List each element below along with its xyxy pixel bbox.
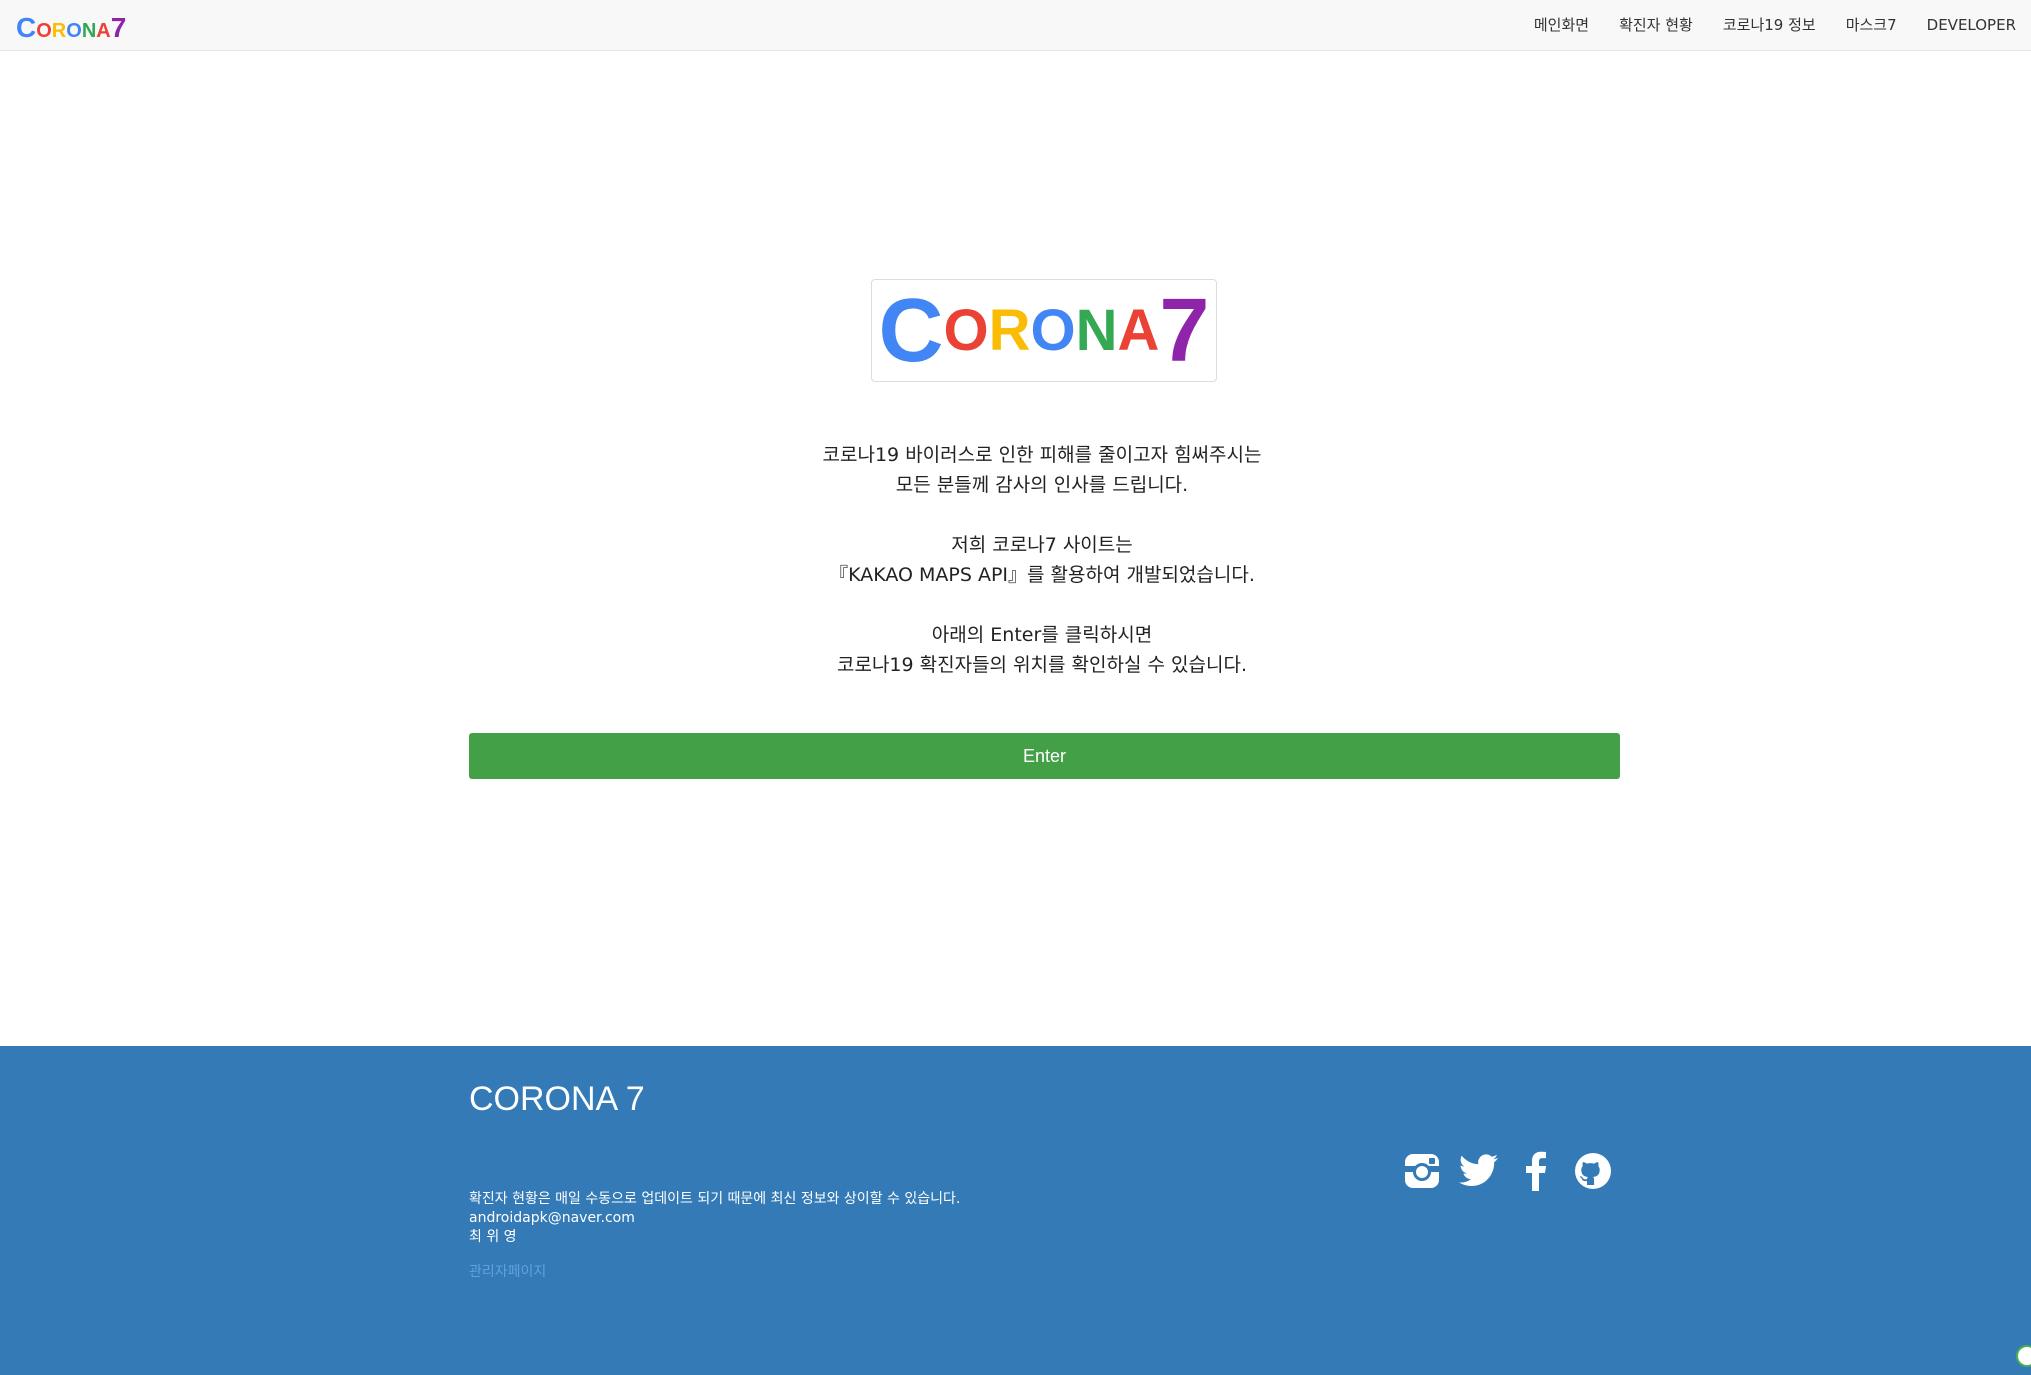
intro-line: 코로나19 바이러스로 인한 피해를 줄이고자 힘써주시는 xyxy=(822,444,1262,466)
intro-line: 아래의 Enter를 클릭하시면 xyxy=(931,624,1153,646)
logo-letter: N xyxy=(1075,297,1118,363)
footer-email: androidapk@naver.com xyxy=(469,1210,635,1226)
footer-info: 확진자 현황은 매일 수동으로 업데이트 되기 때문에 최신 정보와 상이할 수… xyxy=(469,1190,960,1247)
intro-line: 모든 분들께 감사의 인사를 드립니다. xyxy=(895,474,1189,496)
hero-logo: CORONA7 xyxy=(871,279,1217,382)
intro-line: 저희 코로나7 사이트는 xyxy=(951,534,1133,556)
instagram-icon[interactable] xyxy=(1402,1150,1442,1192)
facebook-icon[interactable] xyxy=(1516,1150,1556,1192)
intro-line: 『KAKAO MAPS API』를 활용하여 개발되었습니다. xyxy=(829,564,1255,586)
shield-icon xyxy=(2016,1345,2031,1367)
logo-letter: N xyxy=(81,20,97,42)
intro-paragraph: 코로나19 바이러스로 인한 피해를 줄이고자 힘써주시는 모든 분들께 감사의… xyxy=(560,440,1524,500)
logo-letter: R xyxy=(51,20,67,42)
admin-page-link[interactable]: 관리자페이지 xyxy=(469,1261,546,1281)
intro-paragraph: 아래의 Enter를 클릭하시면 코로나19 확진자들의 위치를 확인하실 수 … xyxy=(560,620,1524,680)
enter-button[interactable]: Enter xyxy=(469,733,1620,779)
nav-item-status[interactable]: 확진자 현황 xyxy=(1604,0,1708,51)
logo-letter: O xyxy=(66,20,82,42)
social-links xyxy=(1402,1150,1613,1192)
brand-logo[interactable]: CORONA7 xyxy=(16,12,127,43)
logo-letter: O xyxy=(943,297,989,363)
intro-paragraph: 저희 코로나7 사이트는 『KAKAO MAPS API』를 활용하여 개발되었… xyxy=(560,530,1524,590)
logo-letter: R xyxy=(988,297,1031,363)
logo-letter: C xyxy=(878,280,944,381)
nav-item-main[interactable]: 메인화면 xyxy=(1519,0,1604,51)
footer xyxy=(0,1046,2031,1375)
nav-item-info[interactable]: 코로나19 정보 xyxy=(1708,0,1831,51)
nav-item-mask[interactable]: 마스크7 xyxy=(1831,0,1912,51)
logo-letter: A xyxy=(1117,297,1160,363)
nav-item-developer[interactable]: DEVELOPER xyxy=(1912,0,2031,51)
logo-letter: 7 xyxy=(1159,280,1210,381)
intro-text: 코로나19 바이러스로 인한 피해를 줄이고자 힘써주시는 모든 분들께 감사의… xyxy=(560,440,1524,710)
footer-notice: 확진자 현황은 매일 수동으로 업데이트 되기 때문에 최신 정보와 상이할 수… xyxy=(469,1191,961,1207)
logo-letter: O xyxy=(1030,297,1076,363)
footer-author: 최 위 영 xyxy=(469,1229,517,1245)
twitter-icon[interactable] xyxy=(1459,1150,1499,1192)
github-icon[interactable] xyxy=(1573,1150,1613,1192)
logo-letter: O xyxy=(36,20,52,42)
intro-line: 코로나19 확진자들의 위치를 확인하실 수 있습니다. xyxy=(836,654,1247,676)
nav-menu: 메인화면 확진자 현황 코로나19 정보 마스크7 DEVELOPER xyxy=(1519,0,2031,51)
logo-letter: A xyxy=(96,20,111,42)
logo-letter: 7 xyxy=(110,12,127,43)
navbar: CORONA7 메인화면 확진자 현황 코로나19 정보 마스크7 DEVELO… xyxy=(0,0,2031,51)
logo-letter: C xyxy=(16,12,37,43)
footer-title: CORONA 7 xyxy=(469,1080,645,1118)
